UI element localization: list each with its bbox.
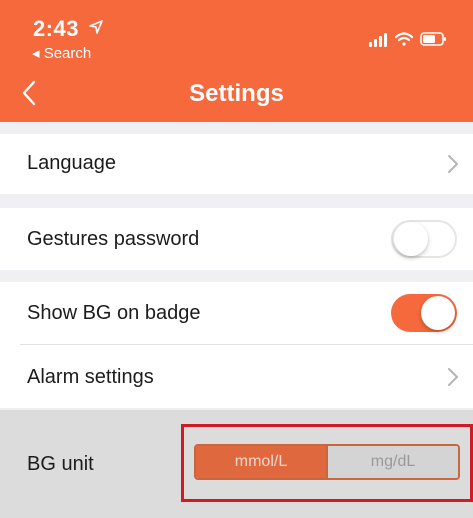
alarm-settings-label: Alarm settings: [27, 366, 154, 388]
show-bg-on-badge-label: Show BG on badge: [27, 302, 201, 324]
settings-row-alarm-settings[interactable]: Alarm settings: [0, 345, 473, 408]
settings-group-badge-alarm: Show BG on badge Alarm settings: [0, 282, 473, 408]
page-title: Settings: [189, 80, 284, 107]
settings-row-show-bg-on-badge: Show BG on badge: [0, 282, 473, 344]
toggle-knob: [421, 296, 455, 330]
status-back-to-search[interactable]: ◂ Search: [32, 44, 91, 62]
bg-unit-label: BG unit: [27, 453, 94, 475]
settings-row-gestures-password: Gestures password: [0, 208, 473, 270]
chevron-right-icon: [448, 155, 458, 173]
language-label: Language: [27, 152, 116, 174]
chevron-right-icon: [448, 368, 458, 386]
bg-unit-segmented-control[interactable]: mmol/L mg/dL: [194, 444, 460, 480]
gestures-password-label: Gestures password: [27, 228, 200, 250]
bg-unit-option-mgdl[interactable]: mg/dL: [326, 446, 458, 478]
status-time: 2:43: [33, 16, 103, 42]
bg-unit-option-mmol[interactable]: mmol/L: [196, 446, 326, 478]
toggle-knob: [394, 222, 428, 256]
gestures-password-toggle[interactable]: [391, 220, 457, 258]
app-header: 2:43 ◂ Search Settings: [0, 0, 473, 122]
cellular-signal-icon: [369, 33, 387, 47]
wifi-icon: [394, 32, 414, 46]
status-time-text: 2:43: [33, 16, 80, 41]
settings-row-language[interactable]: Language: [0, 134, 473, 194]
battery-icon: [420, 32, 446, 46]
show-bg-on-badge-toggle[interactable]: [391, 294, 457, 332]
location-arrow-icon: [88, 20, 103, 34]
status-icons: [369, 32, 446, 47]
